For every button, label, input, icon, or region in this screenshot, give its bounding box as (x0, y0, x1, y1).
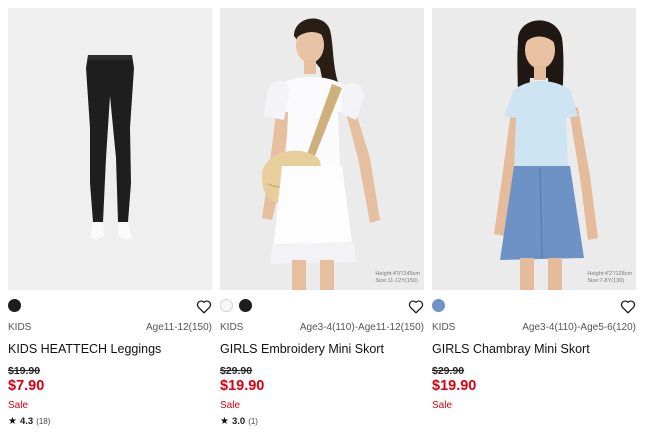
heart-outline-icon[interactable] (620, 299, 636, 314)
sale-label: Sale (220, 400, 241, 411)
model-size-caption: Height:4'9"/145cm Size:11-12Y(150) (375, 271, 420, 284)
sale-price: $19.90 (432, 378, 477, 394)
product-name[interactable]: KIDS HEATTECH Leggings (8, 342, 161, 356)
sale-label: Sale (8, 400, 29, 411)
color-swatches (220, 299, 252, 313)
original-price: $29.90 (432, 365, 465, 377)
product-rating: ★ 4.3 (18) (8, 416, 50, 427)
product-image[interactable] (8, 8, 212, 290)
product-card[interactable]: KIDS Age11-12(150) KIDS HEATTECH Legging… (8, 8, 212, 435)
color-swatch[interactable] (8, 299, 21, 312)
sale-price: $19.90 (220, 378, 265, 394)
girl-chambray-skort-photo (432, 8, 636, 290)
heart-outline-icon[interactable] (408, 299, 424, 314)
color-swatches (432, 299, 445, 313)
product-age-range: Age3-4(110)-Age5-6(120) (522, 322, 636, 333)
product-category: KIDS (432, 322, 456, 333)
product-meta: KIDS Age11-12(150) (8, 322, 212, 333)
star-icon: ★ (8, 416, 17, 427)
product-rating: ★ 3.0 (1) (220, 416, 258, 427)
rating-score: 4.3 (19, 416, 34, 427)
product-grid: KIDS Age11-12(150) KIDS HEATTECH Legging… (8, 8, 644, 435)
product-category: KIDS (8, 322, 32, 333)
girl-skort-photo (220, 8, 424, 290)
star-icon: ★ (220, 416, 229, 427)
product-card[interactable]: Height:4'9"/145cm Size:11-12Y(150) KIDS A… (220, 8, 424, 435)
review-count: (18) (36, 417, 51, 426)
color-swatch[interactable] (220, 299, 233, 312)
color-swatches (8, 299, 21, 313)
product-category: KIDS (220, 322, 244, 333)
product-image[interactable]: Height:4'2"/128cm Size:7-8Y(130) (432, 8, 636, 290)
model-size-caption: Height:4'2"/128cm Size:7-8Y(130) (587, 271, 632, 284)
original-price: $19.90 (8, 365, 41, 377)
product-card[interactable]: Height:4'2"/128cm Size:7-8Y(130) KIDS Age… (432, 8, 636, 435)
color-swatch[interactable] (432, 299, 445, 312)
sale-label: Sale (432, 400, 453, 411)
review-count: (1) (248, 417, 258, 426)
product-age-range: Age3-4(110)-Age11-12(150) (299, 322, 424, 333)
product-meta: KIDS Age3-4(110)-Age5-6(120) (432, 322, 636, 333)
original-price: $29.90 (220, 365, 253, 377)
product-image[interactable]: Height:4'9"/145cm Size:11-12Y(150) (220, 8, 424, 290)
product-name[interactable]: GIRLS Embroidery Mini Skort (220, 342, 384, 356)
color-swatch[interactable] (239, 299, 252, 312)
sale-price: $7.90 (8, 378, 45, 394)
leggings-photo (8, 8, 212, 290)
rating-score: 3.0 (231, 416, 246, 427)
heart-outline-icon[interactable] (196, 299, 212, 314)
product-name[interactable]: GIRLS Chambray Mini Skort (432, 342, 590, 356)
product-age-range: Age11-12(150) (146, 322, 212, 333)
product-meta: KIDS Age3-4(110)-Age11-12(150) (220, 322, 424, 333)
